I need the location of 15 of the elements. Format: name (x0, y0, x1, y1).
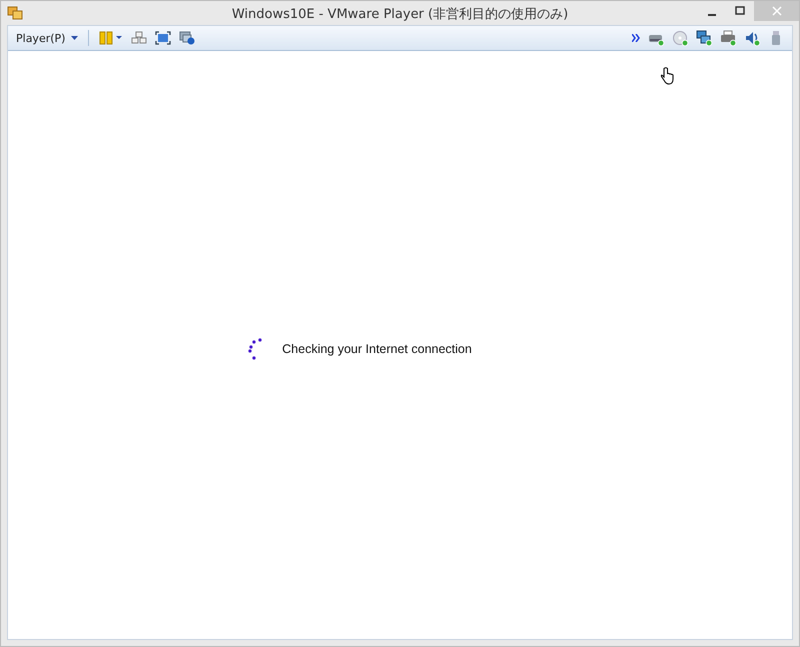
app-icon (7, 5, 23, 21)
maximize-icon (735, 6, 745, 16)
loading-spinner-icon (248, 338, 262, 360)
minimize-icon (708, 14, 716, 16)
status-text: Checking your Internet connection (282, 342, 472, 356)
unity-button[interactable] (177, 30, 198, 46)
caret-icon (71, 36, 78, 40)
double-chevron-icon[interactable] (632, 34, 640, 42)
player-menu[interactable]: Player(P) (14, 30, 80, 46)
fullscreen-button[interactable] (153, 30, 174, 46)
printer-icon[interactable] (718, 29, 738, 47)
window-title: Windows10E - VMware Player (非営利目的の使用のみ) (232, 6, 568, 23)
close-icon (772, 6, 782, 16)
hand-cursor-icon (660, 67, 674, 85)
network-icon[interactable] (694, 29, 714, 47)
